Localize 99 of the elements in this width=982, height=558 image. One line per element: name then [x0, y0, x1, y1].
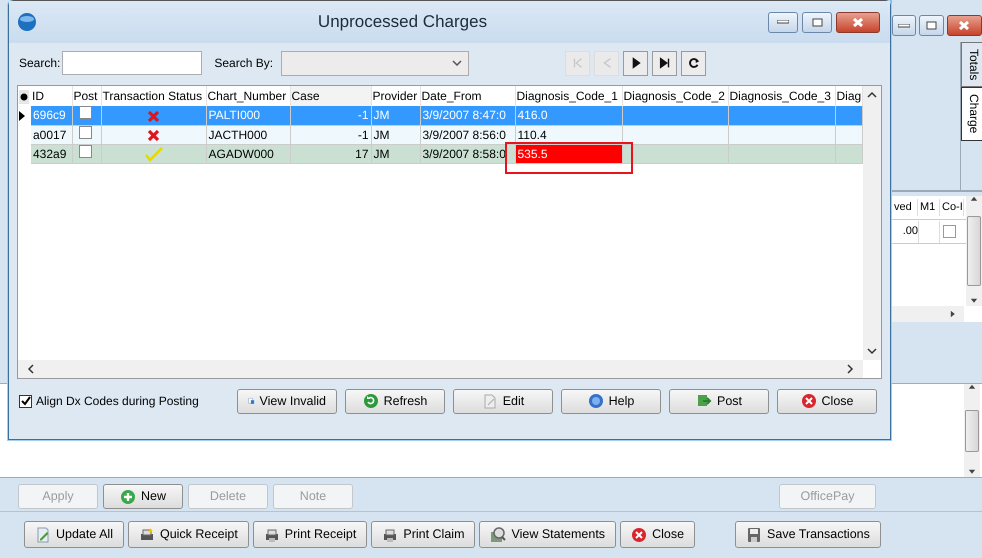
close-icon	[800, 393, 817, 409]
column-header[interactable]: Diag	[835, 86, 862, 106]
table-cell: JM	[371, 106, 420, 125]
column-header[interactable]: Transaction Status	[101, 86, 206, 106]
left-chevron-icon	[26, 364, 36, 374]
receipt-icon	[138, 526, 155, 542]
minimize-button[interactable]	[768, 12, 798, 32]
right-chevron-icon	[845, 364, 855, 374]
column-header: Co-I	[940, 199, 964, 216]
table-cell: 432a9	[31, 144, 72, 163]
checkbox[interactable]	[78, 144, 92, 158]
nav-button[interactable]	[623, 50, 648, 76]
nav-button[interactable]	[681, 50, 706, 76]
page-icon	[482, 393, 498, 409]
checkbox[interactable]	[943, 225, 956, 238]
app-logo-icon	[17, 12, 37, 32]
refresh-icon	[686, 56, 701, 70]
up-arrow-icon	[970, 196, 978, 204]
close-button[interactable]	[836, 12, 880, 32]
column-header[interactable]: Diagnosis_Code_1	[515, 86, 622, 106]
table-cell: 416.0	[515, 106, 622, 125]
table-cell: 535.5	[515, 144, 622, 163]
close-icon	[852, 16, 864, 28]
column-header[interactable]: Date_From	[420, 86, 515, 106]
minimize-icon	[898, 24, 910, 28]
button[interactable]: Edit	[453, 388, 553, 414]
checkbox[interactable]	[78, 126, 92, 138]
button[interactable]: View Statements	[479, 521, 616, 548]
maximize-button[interactable]	[919, 15, 944, 36]
help-icon	[588, 393, 604, 409]
column-header[interactable]: Provider	[371, 86, 420, 106]
column-header[interactable]: Case	[290, 86, 371, 106]
table-cell: 3/9/2007 8:58:0	[420, 144, 515, 163]
maximize-icon	[926, 21, 937, 30]
checkbox[interactable]	[19, 394, 32, 408]
refresh-icon	[362, 393, 379, 409]
button[interactable]: Help	[561, 388, 661, 414]
search-by-dropdown[interactable]	[281, 50, 470, 76]
button[interactable]: View Invalid	[237, 388, 337, 414]
button[interactable]: Print Claim	[371, 521, 476, 548]
close-button[interactable]	[946, 15, 982, 36]
column-header: M1	[918, 199, 940, 216]
table-cell: JACTH000	[206, 125, 290, 144]
column-header[interactable]: Chart_Number	[206, 86, 290, 106]
row-selector-icon	[19, 90, 29, 104]
button[interactable]: Close	[777, 388, 877, 414]
floppy-icon	[746, 526, 762, 542]
button[interactable]: Close	[620, 521, 696, 548]
table-cell: 3/9/2007 8:47:0	[420, 106, 515, 125]
magnifier-icon	[490, 526, 506, 542]
table-cell: JM	[371, 144, 420, 163]
button[interactable]: New	[103, 484, 183, 509]
field-label: Search:	[19, 55, 60, 72]
column-header[interactable]: Post	[72, 86, 101, 106]
tab[interactable]: Totals	[961, 42, 982, 88]
close-icon	[631, 526, 648, 542]
minimize-icon	[777, 20, 789, 24]
table-cell: 696c9	[31, 106, 72, 125]
table-cell: 3/9/2007 8:56:0	[420, 125, 515, 144]
search-field[interactable]	[62, 51, 202, 75]
arrow-icon	[696, 393, 712, 409]
close-icon	[958, 20, 970, 31]
window-title: Unprocessed Charges	[318, 12, 488, 32]
table-cell: PALTI000	[206, 106, 290, 125]
button[interactable]: Save Transactions	[735, 521, 881, 548]
table-row[interactable]: 432a9 AGADW000 17 JM 3/9/2007 8:58:0 535.5	[18, 144, 862, 163]
button[interactable]: Print Receipt	[252, 521, 368, 548]
column-header[interactable]: Diagnosis_Code_2	[622, 86, 728, 106]
down-chevron-icon	[867, 346, 877, 356]
maximize-button[interactable]	[802, 12, 832, 32]
checkbox[interactable]	[78, 106, 92, 120]
table-cell: AGADW000	[206, 144, 290, 163]
up-arrow-icon	[968, 384, 976, 392]
table-cell: -1	[290, 106, 371, 125]
pencil-icon	[35, 526, 51, 542]
tab[interactable]: Charge	[961, 87, 982, 141]
table-cell: a0017	[31, 125, 72, 144]
table-cell: -1	[290, 125, 371, 144]
up-chevron-icon	[867, 90, 877, 100]
printer-icon	[264, 526, 280, 542]
table-row[interactable]: a0017 JACTH000 -1 JM 3/9/2007 8:56:0 110.4	[18, 125, 862, 144]
column-header[interactable]: Diagnosis_Code_3	[728, 86, 835, 106]
checkbox-label[interactable]: Align Dx Codes during Posting	[36, 392, 199, 410]
button[interactable]: Refresh	[345, 388, 445, 414]
maximize-icon	[812, 18, 822, 26]
minimize-button[interactable]	[892, 15, 916, 36]
button[interactable]: Quick Receipt	[128, 521, 249, 548]
button[interactable]: Post	[669, 388, 769, 414]
column-header[interactable]: ID	[31, 86, 72, 106]
chevron-icon	[452, 60, 462, 66]
plus-icon	[120, 488, 136, 504]
printer-icon	[382, 526, 398, 542]
table-cell: JM	[371, 125, 420, 144]
table-cell: 17	[290, 144, 371, 163]
field-label: Search By:	[214, 55, 274, 72]
table-cell-text: .00	[902, 224, 918, 240]
nav-button[interactable]	[652, 50, 678, 76]
last-icon	[658, 56, 672, 70]
button[interactable]: Update All	[24, 521, 124, 548]
